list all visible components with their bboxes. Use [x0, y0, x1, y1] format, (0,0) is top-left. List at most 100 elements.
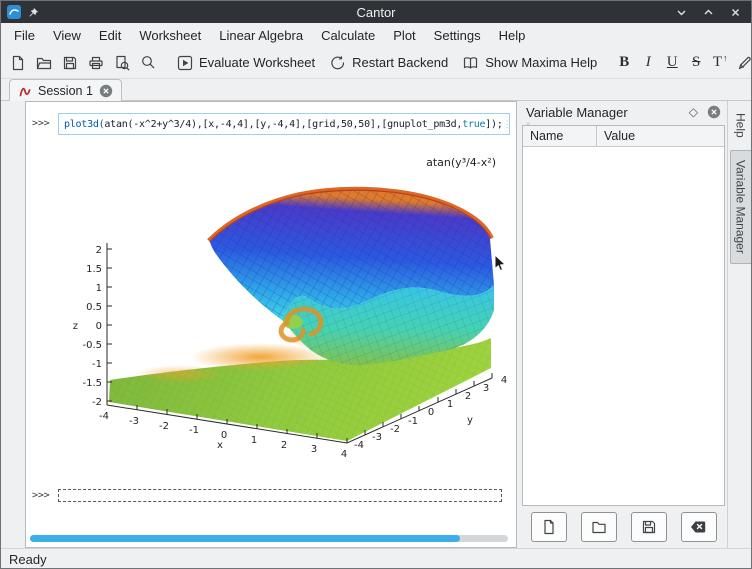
column-header-name[interactable]: Name	[523, 126, 597, 146]
strikeout-button[interactable]: S	[684, 50, 708, 76]
x-tick-label: 4	[341, 449, 347, 460]
help-book-icon	[462, 54, 480, 72]
underline-button[interactable]: U	[660, 50, 684, 76]
find-button[interactable]	[135, 50, 161, 76]
open-button[interactable]	[31, 50, 57, 76]
save-icon	[641, 519, 657, 535]
z-axis-label: z	[73, 321, 78, 332]
new-document-icon	[9, 54, 27, 72]
folder-icon	[591, 519, 607, 535]
clear-variables-button[interactable]	[681, 512, 717, 542]
column-header-value[interactable]: Value	[597, 126, 642, 146]
menu-file[interactable]: File	[5, 25, 44, 46]
tab-session-1[interactable]: Session 1	[9, 79, 122, 101]
y-tick-label: 2	[465, 391, 471, 402]
menu-plot[interactable]: Plot	[384, 25, 424, 46]
z-tick-label: 1.5	[86, 264, 102, 275]
bold-button[interactable]: B	[612, 50, 636, 76]
variable-manager-title: Variable Manager	[526, 105, 689, 120]
save-variables-button[interactable]	[631, 512, 667, 542]
evaluate-worksheet-button[interactable]: Evaluate Worksheet	[169, 50, 322, 76]
x-tick-label: -4	[99, 411, 109, 422]
horizontal-scrollbar[interactable]	[30, 535, 508, 542]
show-maxima-help-button[interactable]: Show Maxima Help	[455, 50, 604, 76]
menu-view[interactable]: View	[44, 25, 90, 46]
horizontal-scrollbar-thumb[interactable]	[30, 535, 460, 542]
print-preview-button[interactable]	[109, 50, 135, 76]
restart-backend-label: Restart Backend	[352, 55, 448, 70]
z-tick-label: -2	[92, 397, 102, 408]
session-tabbar: Session 1	[1, 79, 751, 101]
titlebar[interactable]: Cantor	[1, 1, 751, 23]
statusbar: Ready	[1, 548, 751, 569]
next-command-prompt: >>>	[32, 490, 49, 501]
open-folder-icon	[35, 54, 53, 72]
dock-tab-variable-manager[interactable]: Variable Manager	[730, 150, 752, 264]
toolbar: Evaluate Worksheet Restart Backend Show …	[1, 47, 751, 79]
x-tick-label: 1	[251, 435, 257, 446]
y-tick-label: 1	[447, 399, 453, 410]
print-button[interactable]	[83, 50, 109, 76]
superscript-label: T	[713, 54, 722, 71]
y-tick-label: -3	[372, 432, 382, 443]
x-tick-label: -3	[129, 416, 139, 427]
dock-tab-strip: Help Variable Manager	[727, 101, 752, 548]
command-entry[interactable]: plot3d(atan(-x^2+y^3/4),[x,-4,4],[y,-4,4…	[58, 113, 510, 135]
variables-table[interactable]: Name Value	[522, 125, 725, 506]
close-icon[interactable]	[730, 7, 741, 18]
print-preview-icon	[113, 54, 131, 72]
menu-help[interactable]: Help	[490, 25, 535, 46]
z-tick-label: -1	[92, 359, 102, 370]
command-code: plot3d(atan(-x^2+y^3/4),[x,-4,4],[y,-4,4…	[64, 119, 503, 130]
new-document-icon	[541, 519, 557, 535]
show-maxima-help-label: Show Maxima Help	[485, 55, 597, 70]
restart-icon	[329, 54, 347, 72]
x-tick-label: -2	[159, 421, 169, 432]
y-tick-label: 3	[483, 383, 489, 394]
new-variable-button[interactable]	[531, 512, 567, 542]
save-button[interactable]	[57, 50, 83, 76]
dock-tab-help[interactable]: Help	[731, 104, 751, 147]
y-axis-label: y	[467, 415, 473, 426]
search-icon	[139, 54, 157, 72]
pin-icon[interactable]	[28, 7, 39, 18]
tab-close-icon[interactable]	[99, 84, 113, 98]
new-worksheet-button[interactable]	[5, 50, 31, 76]
worksheet-area[interactable]: >>> plot3d(atan(-x^2+y^3/4),[x,-4,4],[y,…	[25, 101, 517, 548]
panel-close-icon[interactable]	[707, 105, 721, 119]
maxima-icon	[18, 84, 32, 98]
z-tick-label: -0.5	[82, 340, 102, 351]
panel-float-icon[interactable]: ◇	[689, 105, 698, 119]
menu-linear-algebra[interactable]: Linear Algebra	[210, 25, 312, 46]
load-variables-button[interactable]	[581, 512, 617, 542]
empty-command-entry[interactable]	[58, 489, 502, 502]
maximize-icon[interactable]	[703, 7, 714, 18]
superscript-button[interactable]: T↑	[708, 50, 732, 76]
y-tick-label: 0	[428, 407, 434, 418]
restart-backend-button[interactable]: Restart Backend	[322, 50, 455, 76]
superscript-mark: ↑	[723, 53, 728, 63]
z-tick-label: -1.5	[82, 378, 102, 389]
menu-settings[interactable]: Settings	[425, 25, 490, 46]
text-color-button[interactable]	[732, 50, 752, 76]
z-tick-label: 0.5	[86, 302, 102, 313]
clear-icon	[690, 519, 707, 535]
x-tick-label: 3	[311, 444, 317, 455]
variable-manager-panel: Variable Manager ◇ Name Value	[520, 101, 727, 548]
entry-grip-icon[interactable]: ⋮⋮	[503, 119, 521, 130]
x-tick-label: 2	[281, 440, 287, 451]
menu-calculate[interactable]: Calculate	[312, 25, 384, 46]
code-tail: ]);	[485, 119, 502, 130]
z-tick-label: 0	[96, 321, 102, 332]
y-tick-label: -2	[390, 424, 400, 435]
code-keyword: true	[462, 119, 485, 130]
z-tick-label: 2	[96, 245, 102, 256]
menu-edit[interactable]: Edit	[90, 25, 130, 46]
x-tick-label: -1	[189, 425, 199, 436]
evaluate-worksheet-label: Evaluate Worksheet	[199, 55, 315, 70]
app-icon	[7, 5, 21, 19]
minimize-icon[interactable]	[676, 7, 687, 18]
italic-button[interactable]: I	[636, 50, 660, 76]
menu-worksheet[interactable]: Worksheet	[130, 25, 210, 46]
window-title: Cantor	[1, 5, 751, 20]
